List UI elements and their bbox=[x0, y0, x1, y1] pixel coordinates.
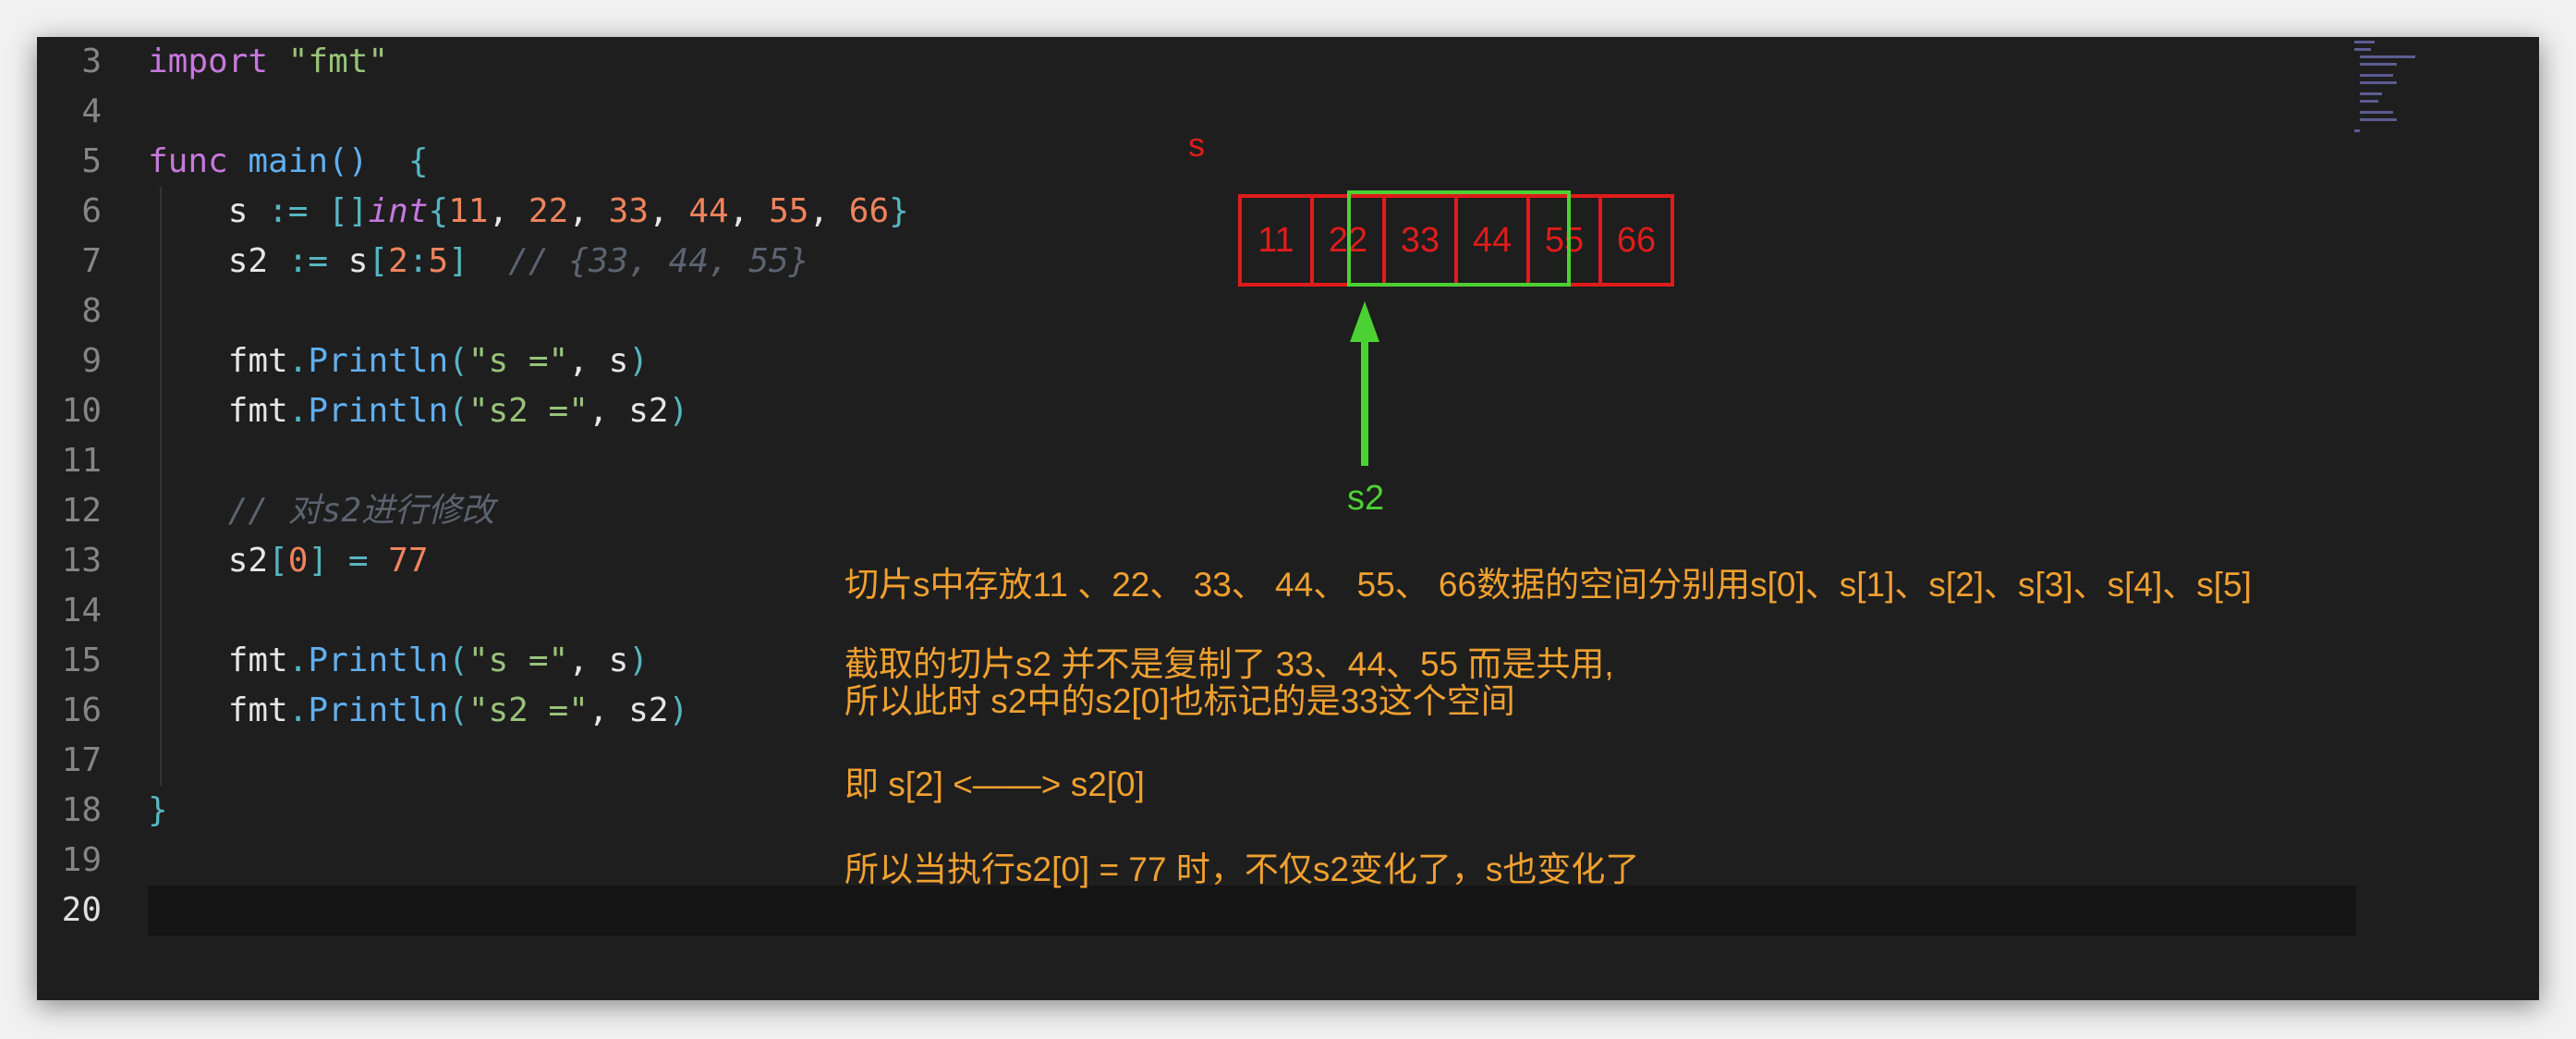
code-line: s := []int{11, 22, 33, 44, 55, 66} bbox=[227, 192, 909, 230]
line-number: 6 bbox=[81, 192, 102, 230]
string-literal: "s2 =" bbox=[468, 691, 589, 729]
line-number: 14 bbox=[61, 592, 102, 630]
line-number: 15 bbox=[61, 642, 102, 679]
function-name: main bbox=[248, 142, 329, 180]
type-name: int bbox=[368, 192, 429, 230]
line-number: 10 bbox=[61, 392, 102, 430]
operator: := bbox=[287, 242, 329, 280]
comment: // 对s2进行修改 bbox=[227, 492, 495, 530]
code-line: fmt.Println("s2 =", s2) bbox=[227, 691, 689, 729]
function-name: Println bbox=[308, 642, 449, 679]
number: 2 bbox=[388, 242, 408, 280]
package-name: fmt bbox=[227, 342, 288, 380]
line-number: 12 bbox=[61, 492, 102, 530]
code-line: func main() { bbox=[148, 137, 429, 187]
identifier: s bbox=[347, 242, 369, 280]
subslice-s2-label: s2 bbox=[1347, 479, 1385, 518]
code-line: // 对s2进行修改 bbox=[148, 486, 494, 536]
colon: : bbox=[407, 242, 429, 280]
line-number: 9 bbox=[81, 342, 102, 380]
keyword: import bbox=[148, 43, 269, 80]
minimap[interactable] bbox=[2354, 37, 2530, 148]
identifier: s2 bbox=[227, 542, 269, 580]
line-number: 7 bbox=[81, 242, 102, 280]
function-name: Println bbox=[308, 392, 449, 430]
line-number-active: 20 bbox=[61, 891, 102, 929]
annotation-note: 所以此时 s2中的s2[0]也标记的是33这个空间 bbox=[844, 682, 1515, 720]
annotation-note: 切片s中存放11 、22、 33、 44、 55、 66数据的空间分别用s[0]… bbox=[844, 566, 2252, 604]
number: 44 bbox=[688, 192, 729, 230]
line-number: 16 bbox=[61, 691, 102, 729]
string-literal: "fmt" bbox=[287, 43, 389, 80]
line-number: 4 bbox=[81, 92, 102, 130]
code-line: fmt.Println("s2 =", s2) bbox=[227, 392, 689, 430]
code-line: s2 := s[2:5] // {33, 44, 55} bbox=[148, 237, 809, 287]
arrow-shaft bbox=[1361, 340, 1368, 466]
string-literal: "s =" bbox=[468, 342, 569, 380]
identifier: s2 bbox=[628, 691, 669, 729]
identifier: s bbox=[608, 642, 629, 679]
string-literal: "s =" bbox=[468, 642, 569, 679]
package-name: fmt bbox=[227, 642, 288, 679]
brackets: [] bbox=[328, 192, 369, 230]
number: 77 bbox=[388, 542, 429, 580]
brace: { bbox=[428, 192, 449, 230]
line-number: 17 bbox=[61, 741, 102, 779]
line-number-gutter: 3 4 5 6 7 8 9 10 11 12 13 14 15 16 17 18… bbox=[37, 37, 109, 1000]
string-literal: "s2 =" bbox=[468, 392, 589, 430]
identifier: s bbox=[608, 342, 629, 380]
subslice-s2-highlight bbox=[1347, 190, 1571, 287]
code-line: import "fmt" bbox=[148, 37, 388, 87]
code-line: s2[0] = 77 bbox=[227, 542, 429, 580]
identifier: s bbox=[227, 192, 249, 230]
number: 55 bbox=[769, 192, 809, 230]
function-name: Println bbox=[308, 342, 449, 380]
line-number: 8 bbox=[81, 292, 102, 330]
line-number: 11 bbox=[61, 442, 102, 480]
line-number: 5 bbox=[81, 142, 102, 180]
operator: := bbox=[268, 192, 309, 230]
number: 11 bbox=[448, 192, 489, 230]
line-number: 3 bbox=[81, 43, 102, 80]
slice-cell: 11 bbox=[1238, 194, 1314, 287]
line-number: 18 bbox=[61, 791, 102, 829]
identifier: s2 bbox=[628, 392, 669, 430]
annotation-note: 所以当执行s2[0] = 77 时，不仅s2变化了，s也变化了 bbox=[844, 850, 1640, 888]
parens: () bbox=[328, 142, 369, 180]
package-name: fmt bbox=[227, 392, 288, 430]
function-name: Println bbox=[308, 691, 449, 729]
comment: // {33, 44, 55} bbox=[508, 242, 809, 280]
number: 0 bbox=[287, 542, 309, 580]
number: 33 bbox=[608, 192, 649, 230]
brace: } bbox=[148, 791, 168, 829]
slice-s-label: s bbox=[1188, 126, 1205, 164]
bracket: [ bbox=[368, 242, 389, 280]
slice-cell: 66 bbox=[1598, 194, 1674, 287]
arrow-up-icon bbox=[1350, 301, 1379, 342]
code-line: fmt.Println("s =", s) bbox=[227, 342, 649, 380]
code-line: fmt.Println("s =", s) bbox=[227, 642, 649, 679]
annotation-note: 即 s[2] <——> s2[0] bbox=[844, 765, 1145, 803]
keyword: func bbox=[148, 142, 228, 180]
package-name: fmt bbox=[227, 691, 288, 729]
brace: { bbox=[407, 142, 429, 180]
number: 66 bbox=[848, 192, 890, 230]
code-line: } bbox=[148, 786, 168, 836]
line-number: 19 bbox=[61, 841, 102, 879]
number: 5 bbox=[428, 242, 449, 280]
identifier: s2 bbox=[227, 242, 269, 280]
line-number: 13 bbox=[61, 542, 102, 580]
bracket: ] bbox=[448, 242, 468, 280]
number: 22 bbox=[528, 192, 569, 230]
brace: } bbox=[889, 192, 909, 230]
